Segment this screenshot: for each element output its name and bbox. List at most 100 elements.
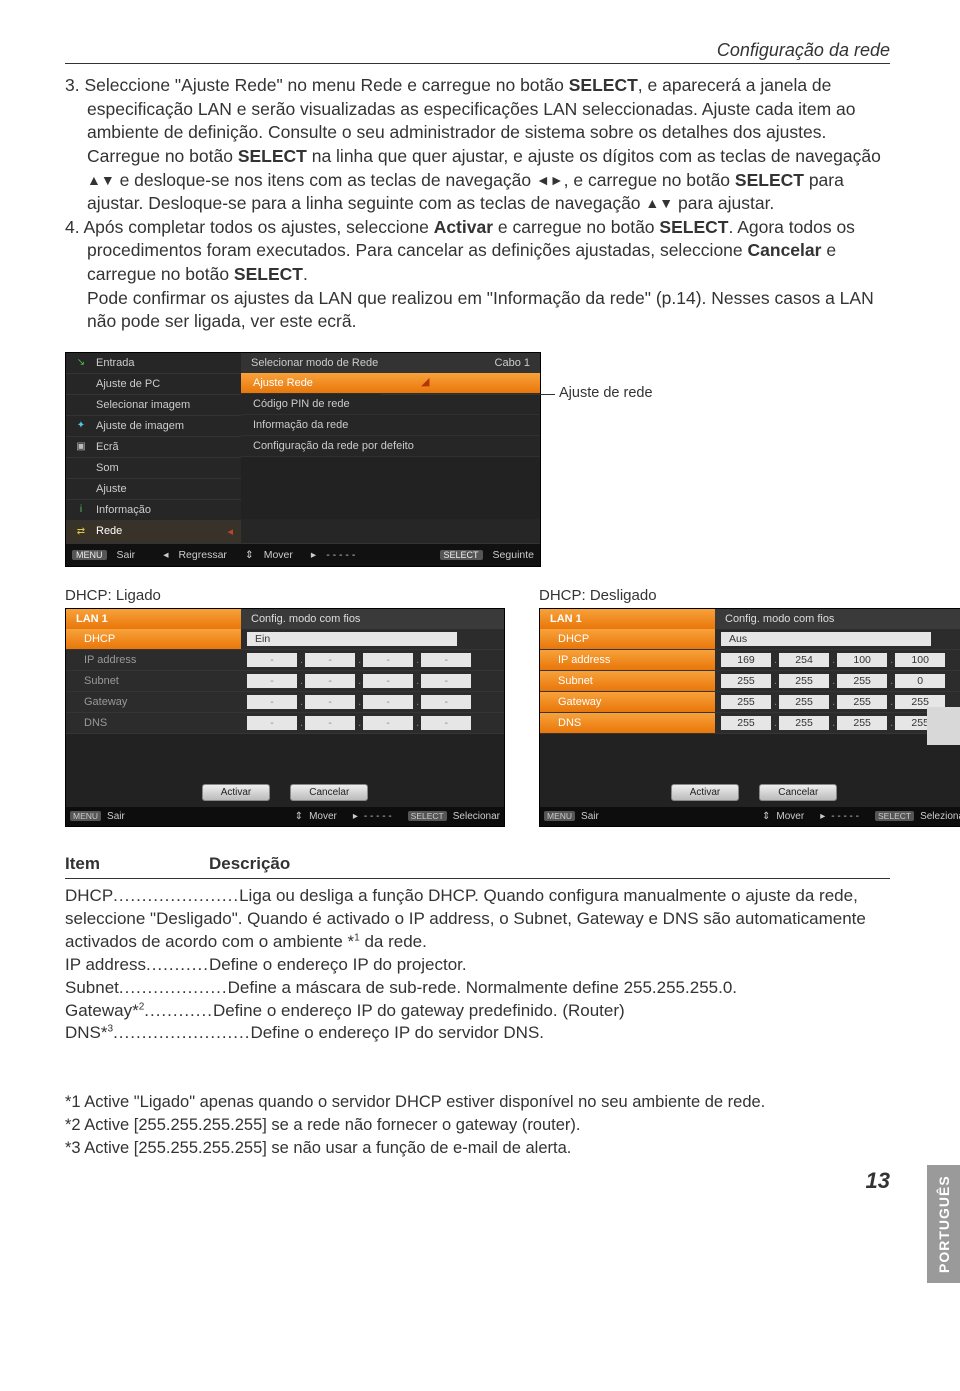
activate-button[interactable]: Activar — [671, 784, 740, 801]
footer-text: Sair — [117, 549, 136, 561]
lan-value: 255 — [721, 674, 771, 688]
lan-value: - — [305, 674, 355, 688]
lan-label: DNS — [540, 713, 715, 734]
lan-value: - — [305, 716, 355, 730]
footnote: *3 Active [255.255.255.255] se não usar … — [65, 1137, 890, 1160]
menu-right-item: Código PIN de rede — [241, 394, 540, 415]
lan-label: IP address — [540, 650, 715, 671]
menu-left-item: Som — [66, 458, 241, 479]
text-bold: SELECT — [735, 170, 804, 190]
def-desc: Define o endereço IP do projector. — [209, 955, 467, 974]
callout-line — [381, 394, 555, 395]
right-arrow-icon: ▸ — [820, 811, 825, 822]
menu-left-label: Ajuste — [96, 483, 127, 495]
side-strip — [927, 707, 960, 745]
def-desc: Define a máscara de sub-rede. Normalment… — [228, 978, 737, 997]
footer-text: - - - - - — [831, 811, 859, 822]
lan-head: LAN 1 — [540, 609, 715, 629]
footer-text: Regressar — [178, 549, 226, 561]
text-bold: Cancelar — [748, 240, 822, 260]
lan-value: 0 — [895, 674, 945, 688]
menu-left-item: ▣ Ecrã — [66, 437, 241, 458]
lan-head: Config. modo com fios — [241, 609, 504, 629]
menu-footer: MENU Sair ◂ Regressar ⇕ Mover ▸ - - - - … — [66, 543, 540, 566]
lan-label: Gateway — [540, 692, 715, 713]
updown-icon: ⇕ — [762, 811, 770, 822]
text-bold: SELECT — [238, 146, 307, 166]
lan-value: 255 — [721, 695, 771, 709]
lan-value: Ein — [247, 632, 457, 646]
footer-text: Seguinte — [493, 549, 534, 561]
lan-value: 255 — [837, 695, 887, 709]
lan-caption: DHCP: Desligado — [539, 587, 960, 604]
lan-value: 255 — [837, 674, 887, 688]
header-rule — [65, 63, 890, 64]
callout-label: Ajuste de rede — [559, 385, 653, 401]
page-number: 13 — [65, 1168, 890, 1194]
activate-button[interactable]: Activar — [202, 784, 271, 801]
text: e carregue no botão — [493, 217, 659, 237]
lan-value: - — [363, 695, 413, 709]
definitions-table: Item Descrição DHCP.....................… — [65, 853, 890, 1046]
body-text: 3. Seleccione "Ajuste Rede" no menu Rede… — [65, 74, 890, 334]
lan-label: Subnet — [66, 671, 241, 692]
menu-left-item: iInformação — [66, 500, 241, 521]
key-label: MENU — [70, 811, 101, 821]
lan-value: 254 — [779, 653, 829, 667]
lan-value: - — [305, 653, 355, 667]
menu-icon — [74, 399, 88, 411]
menu-left-item: Ajuste de PC — [66, 374, 241, 395]
text: e desloque-se nos itens com as teclas de… — [115, 170, 536, 190]
text-bold: SELECT — [234, 264, 303, 284]
menu-left-label: Ajuste de PC — [96, 378, 160, 390]
lan-panel-off: LAN 1 Config. modo com fios DHCPIP addre… — [539, 608, 960, 827]
menu-screenshot: ↘Entrada Ajuste de PC Selecionar imagem ✦ Aj… — [65, 352, 890, 567]
footer-text: - - - - - — [326, 549, 355, 561]
right-arrow-icon: ▸ — [311, 549, 316, 561]
menu-left-item: ⇄Rede◂ — [66, 521, 241, 543]
menu-icon — [74, 378, 88, 390]
menu-left-label: Rede — [96, 525, 122, 537]
cancel-button[interactable]: Cancelar — [759, 784, 837, 801]
text: 3. Seleccione "Ajuste Rede" no menu Rede… — [65, 75, 569, 95]
lan-value: 255 — [779, 695, 829, 709]
lan-label: DHCP — [540, 629, 715, 650]
leftright-icon: ◄► — [536, 172, 564, 188]
lan-value: - — [421, 653, 471, 667]
footer-text: Selecionar — [453, 811, 500, 822]
lan-label: DHCP — [66, 629, 241, 650]
footer-text: Mover — [264, 549, 293, 561]
lan-panel-on: LAN 1 Config. modo com fios DHCPIP addre… — [65, 608, 505, 827]
lan-value: Aus — [721, 632, 931, 646]
menu-left-label: Ajuste de imagem — [96, 420, 184, 432]
menu-left-item: ↘Entrada — [66, 353, 241, 374]
text: . — [303, 264, 308, 284]
lan-value: 255 — [779, 716, 829, 730]
menu-left-label: Ecrã — [96, 441, 119, 453]
menu-left-item: Selecionar imagem — [66, 395, 241, 416]
key-label: MENU — [544, 811, 575, 821]
lan-value: - — [421, 674, 471, 688]
menu-icon: ↘ — [74, 357, 88, 369]
col-header: Item — [65, 853, 175, 876]
def-term: Subnet — [65, 978, 119, 997]
lan-value: - — [247, 695, 297, 709]
lan-value: 255 — [837, 716, 887, 730]
lan-value: - — [363, 716, 413, 730]
footnote: *2 Active [255.255.255.255] se a rede nã… — [65, 1114, 890, 1137]
selection-marker-icon: ◢ — [421, 375, 429, 388]
menu-icon: ▣ — [74, 441, 88, 453]
lan-value: - — [247, 716, 297, 730]
lan-value: 100 — [895, 653, 945, 667]
footer-text: Sair — [107, 811, 125, 822]
lan-value: 255 — [779, 674, 829, 688]
right-arrow-icon: ▸ — [353, 811, 358, 822]
text: 4. Após completar todos os ajustes, sele… — [65, 217, 434, 237]
footer-text: Seleziona — [920, 811, 960, 822]
left-arrow-icon: ◂ — [163, 549, 168, 561]
menu-icon: ✦ — [74, 420, 88, 432]
text: na linha que quer ajustar, e ajuste os d… — [307, 146, 881, 166]
key-label: SELECT — [875, 811, 914, 821]
def-term: DHCP — [65, 886, 113, 905]
cancel-button[interactable]: Cancelar — [290, 784, 368, 801]
